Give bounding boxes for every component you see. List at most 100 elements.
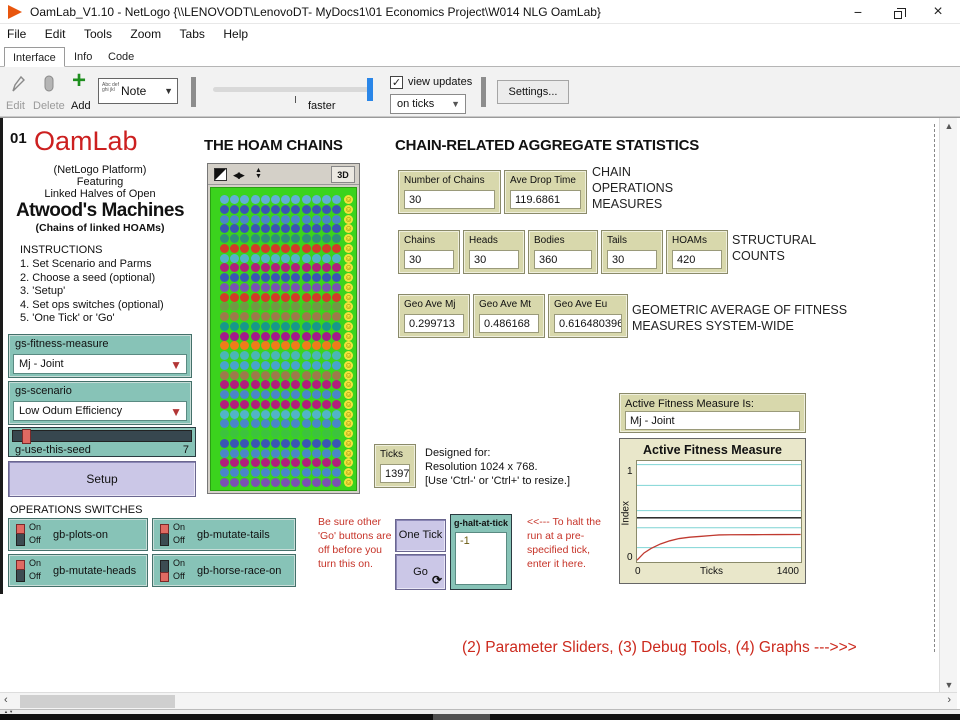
add-tool-label[interactable]: Add: [71, 100, 91, 112]
world-view[interactable]: ☺☺☺☺☺☺☺☺☺☺☺☺☺☺☺☺☺☺☺☺☺☺☺☺☺☺☺☺☺☺: [210, 187, 357, 491]
setup-button[interactable]: Setup: [8, 461, 196, 497]
switch-gb-mutate-heads[interactable]: On Off gb-mutate-heads: [8, 554, 148, 587]
switch-track[interactable]: [160, 524, 169, 546]
hoam-dot: [281, 439, 290, 448]
hoam-dot: [261, 400, 270, 409]
menu-edit[interactable]: Edit: [38, 24, 73, 41]
hoam-dot: [240, 380, 249, 389]
switch-track[interactable]: [16, 524, 25, 546]
subtitle: Linked Halves of Open: [0, 188, 200, 200]
minimize-button[interactable]: −: [838, 0, 878, 24]
scroll-up-icon[interactable]: ▲: [940, 121, 958, 131]
hoam-dot: [312, 312, 321, 321]
hoam-dot: [291, 478, 300, 487]
hoam-dot: [220, 468, 229, 477]
switch-gb-horse-race-on[interactable]: On Off gb-horse-race-on: [152, 554, 296, 587]
scrollbar-thumb[interactable]: [20, 695, 175, 708]
hoam-dot: [281, 322, 290, 331]
smiley-icon: ☺: [344, 234, 353, 243]
switch-off-label: Off: [29, 571, 41, 581]
chain-row: ☺: [220, 312, 356, 322]
geometric-average-caption: GEOMETRIC AVERAGE OF FITNESSMEASURES SYS…: [632, 302, 847, 334]
view-updates-checkbox[interactable]: ✓: [390, 76, 403, 89]
go-warning-note: Be sure other 'Go' buttons are off befor…: [318, 515, 394, 571]
bottom-bar-segment: [433, 714, 490, 720]
hoam-dot: [271, 312, 280, 321]
chooser-fitness-measure[interactable]: gs-fitness-measure Mj - Joint▼: [8, 334, 192, 378]
switch-handle[interactable]: [160, 524, 169, 534]
dropdown-triangle-icon: ▼: [170, 358, 182, 372]
menu-tabs[interactable]: Tabs: [173, 24, 212, 41]
hoam-dot: [261, 283, 270, 292]
menu-file[interactable]: File: [0, 24, 33, 41]
halt-at-tick-field[interactable]: -1: [455, 532, 507, 585]
hoam-dot: [281, 332, 290, 341]
monitor-label: HOAMs: [672, 235, 707, 246]
tab-info[interactable]: Info: [66, 47, 100, 67]
scroll-left-icon[interactable]: ‹: [4, 694, 8, 706]
restore-button[interactable]: [878, 0, 918, 24]
hoam-dot: [281, 449, 290, 458]
go-button[interactable]: Go⟳: [395, 554, 446, 590]
interface-canvas: 01 OamLab (NetLogo Platform) Featuring L…: [0, 117, 960, 692]
x-tick-max: 1400: [777, 566, 799, 577]
halt-at-tick-input-widget[interactable]: g-halt-at-tick -1: [450, 514, 512, 590]
settings-button[interactable]: Settings...: [497, 80, 569, 104]
chooser-value[interactable]: Low Odum Efficiency▼: [13, 401, 187, 421]
menu-tools[interactable]: Tools: [77, 24, 119, 41]
chooser-scenario[interactable]: gs-scenario Low Odum Efficiency▼: [8, 381, 192, 425]
seed-slider-track[interactable]: [12, 430, 192, 442]
monitor-value: 0.299713: [404, 314, 464, 333]
menu-zoom[interactable]: Zoom: [123, 24, 168, 41]
add-plus-icon[interactable]: +: [72, 67, 86, 95]
hoam-dot: [230, 351, 239, 360]
speed-slider-thumb[interactable]: [367, 78, 373, 101]
smiley-icon: ☺: [344, 371, 353, 380]
hoam-dot: [322, 205, 331, 214]
hoam-dot: [220, 429, 229, 438]
chain-row: ☺: [220, 283, 356, 293]
hoam-dot: [261, 205, 270, 214]
hoam-dot: [332, 332, 341, 341]
note-type-dropdown[interactable]: Abc defghi jkl Note ▼: [98, 78, 178, 104]
view-3d-button[interactable]: 3D: [331, 166, 355, 183]
hoam-dot: [332, 205, 341, 214]
horizontal-scrollbar[interactable]: ‹ ›: [0, 692, 957, 709]
hoam-dot: [251, 283, 260, 292]
horizontal-arrows-icon[interactable]: ◀▶: [233, 170, 243, 181]
delete-tool-label[interactable]: Delete: [33, 100, 65, 112]
menu-help[interactable]: Help: [216, 24, 255, 41]
hoam-dot: [312, 380, 321, 389]
vertical-scrollbar[interactable]: ▲ ▼: [939, 118, 957, 692]
switch-handle[interactable]: [16, 524, 25, 534]
monitor-value: 30: [469, 250, 519, 269]
hoam-dot: [220, 419, 229, 428]
hoam-dot: [291, 410, 300, 419]
hoam-dot: [332, 449, 341, 458]
switch-on-label: On: [173, 558, 185, 568]
hoam-dot: [291, 312, 300, 321]
hoam-dot: [261, 351, 270, 360]
switch-track[interactable]: [160, 560, 169, 582]
switch-gb-plots-on[interactable]: On Off gb-plots-on: [8, 518, 148, 551]
title-bar: OamLab_V1.10 - NetLogo {\\LENOVODT\Lenov…: [0, 0, 960, 24]
scroll-down-icon[interactable]: ▼: [940, 680, 958, 690]
switch-track[interactable]: [16, 560, 25, 582]
chooser-value[interactable]: Mj - Joint▼: [13, 354, 187, 374]
hoam-dot: [251, 224, 260, 233]
switch-handle[interactable]: [16, 560, 25, 570]
update-mode-dropdown[interactable]: on ticks▼: [390, 94, 466, 114]
seed-slider-handle[interactable]: [22, 429, 31, 444]
seed-slider[interactable]: g-use-this-seed 7: [8, 427, 196, 457]
switch-gb-mutate-tails[interactable]: On Off gb-mutate-tails: [152, 518, 296, 551]
tab-code[interactable]: Code: [100, 47, 142, 67]
contrast-icon[interactable]: [214, 168, 227, 181]
switch-handle[interactable]: [160, 572, 169, 582]
vertical-arrows-icon[interactable]: ▲▼: [255, 168, 262, 180]
close-button[interactable]: ×: [918, 0, 958, 24]
one-tick-button[interactable]: One Tick: [395, 519, 446, 552]
tab-interface[interactable]: Interface: [4, 47, 65, 67]
scroll-right-icon[interactable]: ›: [947, 694, 951, 706]
speed-slider-track[interactable]: [213, 87, 373, 92]
edit-tool-label[interactable]: Edit: [6, 100, 25, 112]
